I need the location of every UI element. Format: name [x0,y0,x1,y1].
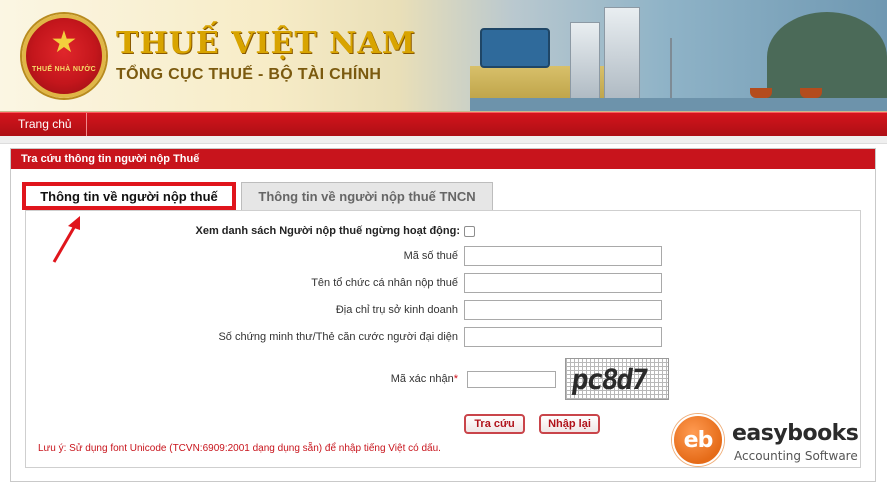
boat-illustration [800,88,822,98]
reset-button[interactable]: Nhập lại [539,414,600,434]
main-nav: Trang chủ [0,112,887,136]
site-title: THUẾ VIỆT NAM [116,26,416,61]
unicode-note: Lưu ý: Sử dụng font Unicode (TCVN:6909:2… [38,443,441,454]
tax-code-label: Mã số thuế [403,250,458,262]
site-banner: ★ THUẾ NHÀ NƯỚC THUẾ VIỆT NAM TỔNG CỤC T… [0,0,887,112]
building-illustration [570,22,600,102]
panel-title: Tra cứu thông tin người nộp Thuế [11,149,875,169]
organization-name-label: Tên tổ chức cá nhân nộp thuế [311,277,458,289]
boat-illustration [750,88,772,98]
business-address-label: Địa chỉ trụ sở kinh doanh [335,304,458,316]
harvester-illustration [480,28,550,68]
easybooks-name: easybooks [732,421,859,446]
nav-divider [0,136,887,144]
search-button[interactable]: Tra cứu [464,414,525,434]
star-icon: ★ [50,26,78,59]
building-illustration [604,7,640,102]
water-illustration [470,98,887,111]
captcha-image: pc8d7 [565,358,669,400]
tab-personal-income-taxpayer[interactable]: Thông tin về người nộp thuế TNCN [241,182,493,210]
site-subtitle: TỔNG CỤC THUẾ - BỘ TÀI CHÍNH [116,66,382,83]
representative-id-input[interactable] [464,327,662,347]
banner-scenery-image [470,0,887,111]
business-address-input[interactable] [464,300,662,320]
nav-item-home[interactable]: Trang chủ [0,113,87,136]
representative-id-label: Số chứng minh thư/Thẻ căn cước người đại… [218,331,458,343]
required-mark: * [453,373,458,385]
easybooks-logo-text: eb [683,428,714,453]
mountain-illustration [767,12,887,102]
captcha-input[interactable] [467,371,556,388]
inactive-list-checkbox[interactable] [464,226,475,237]
annotation-arrow-icon [52,216,80,263]
captcha-image-text: pc8d7 [569,363,649,396]
organization-name-input[interactable] [464,273,662,293]
tax-code-input[interactable] [464,246,662,266]
easybooks-tagline: Accounting Software [734,449,858,463]
easybooks-logo: eb [672,414,724,466]
emblem-label: THUẾ NHÀ NƯỚC [32,66,96,73]
inactive-list-label: Xem danh sách Người nộp thuế ngừng hoạt … [195,225,460,237]
tab-taxpayer-info[interactable]: Thông tin về người nộp thuế [22,182,236,210]
captcha-label: Mã xác nhận* [300,373,458,385]
national-emblem-logo: ★ THUẾ NHÀ NƯỚC [22,14,106,98]
captcha-label-text: Mã xác nhận [390,373,454,385]
